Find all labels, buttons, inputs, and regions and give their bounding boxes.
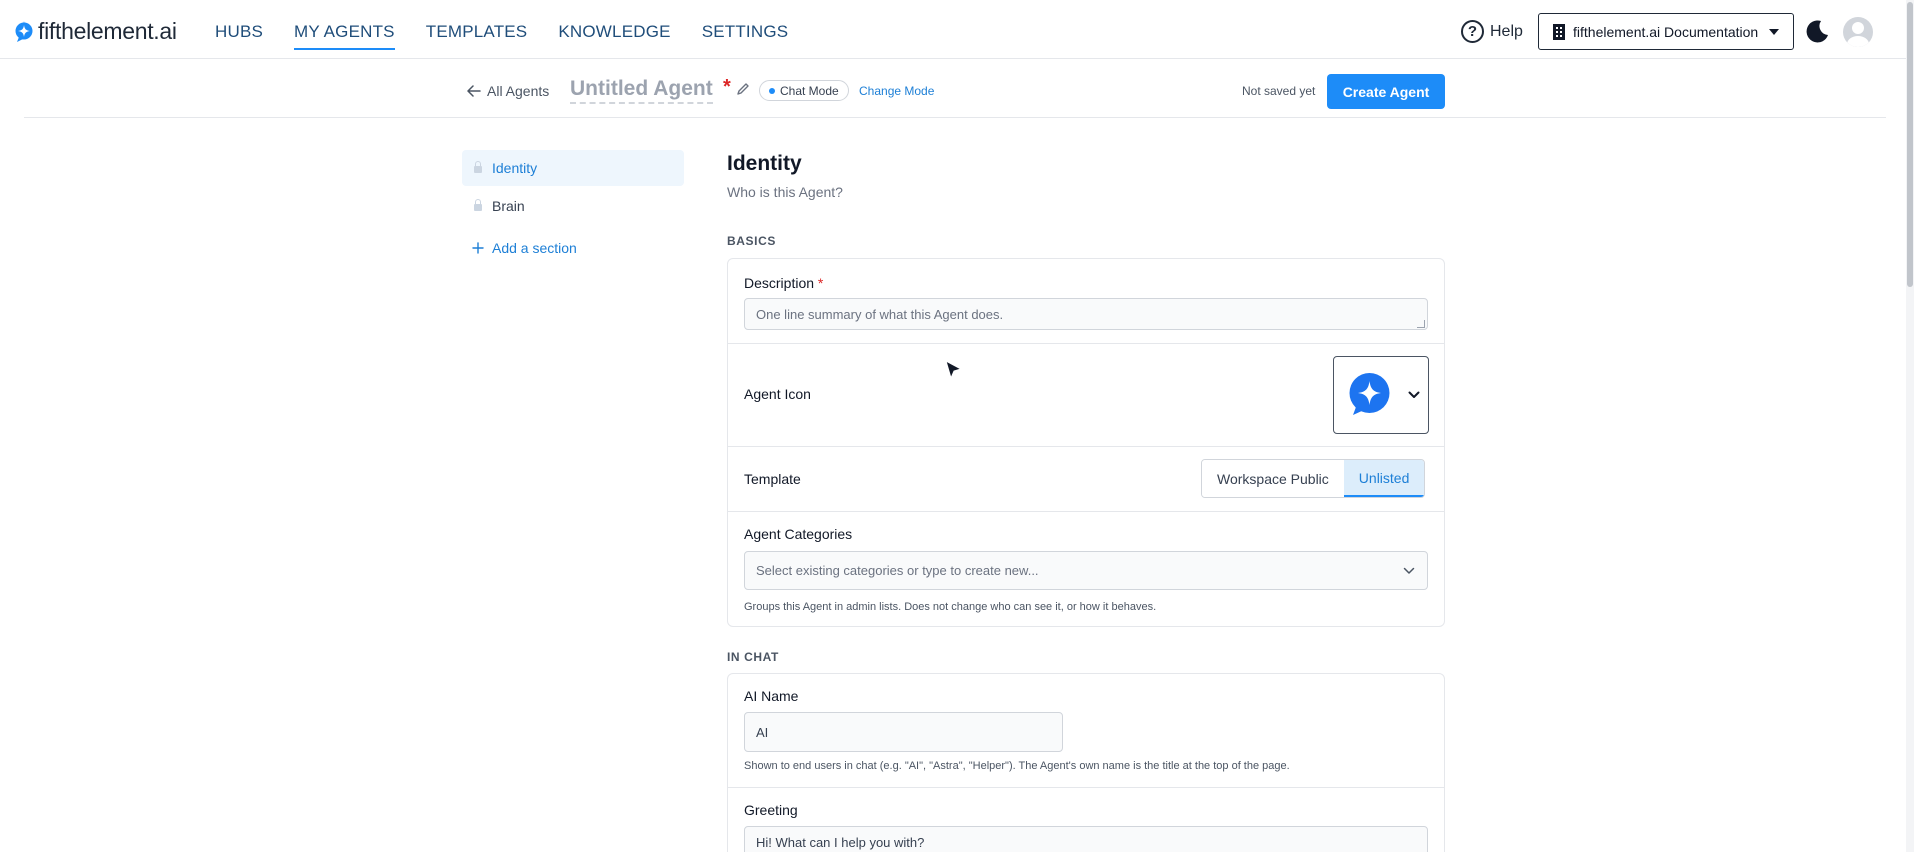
- categories-row: Agent Categories Select existing categor…: [728, 512, 1444, 626]
- brand-logo[interactable]: fifthelement.ai: [14, 18, 177, 45]
- question-circle-icon: ?: [1461, 20, 1484, 43]
- agent-icon-row: Agent Icon: [728, 344, 1444, 447]
- section-label-in-chat: IN CHAT: [727, 650, 779, 664]
- ai-name-label: AI Name: [744, 688, 799, 704]
- chevron-down-icon: [1408, 391, 1420, 398]
- nav-my-agents[interactable]: MY AGENTS: [294, 22, 395, 50]
- categories-label: Agent Categories: [744, 526, 853, 542]
- save-status: Not saved yet: [1242, 84, 1316, 98]
- nav-templates[interactable]: TEMPLATES: [426, 22, 528, 50]
- create-agent-button[interactable]: Create Agent: [1327, 74, 1445, 109]
- lock-icon: [474, 161, 482, 173]
- nav-hubs[interactable]: HUBS: [215, 22, 263, 50]
- title-required-marker: *: [723, 76, 731, 98]
- ai-name-hint: Shown to end users in chat (e.g. "AI", "…: [744, 760, 1290, 772]
- sidebar-item-label: Identity: [492, 160, 538, 176]
- pencil-icon[interactable]: [736, 82, 750, 96]
- template-option-unlisted[interactable]: Unlisted: [1343, 460, 1425, 497]
- plus-icon: [472, 242, 484, 254]
- template-row: Template Workspace Public Unlisted: [728, 447, 1444, 512]
- section-label-basics: BASICS: [727, 234, 776, 248]
- top-navigation: fifthelement.ai HUBS MY AGENTS TEMPLATES…: [0, 0, 1914, 59]
- categories-hint: Groups this Agent in admin lists. Does n…: [744, 601, 1157, 613]
- workspace-selector[interactable]: fifthelement.ai Documentation: [1538, 13, 1794, 50]
- arrow-left-icon: [467, 85, 481, 97]
- building-icon: [1553, 23, 1565, 40]
- agent-icon-picker[interactable]: [1333, 356, 1429, 434]
- help-label: Help: [1490, 22, 1523, 40]
- brand-name: fifthelement.ai: [38, 18, 177, 44]
- caret-down-icon: [1769, 28, 1779, 35]
- description-row: Description *: [728, 259, 1444, 344]
- user-avatar[interactable]: [1843, 17, 1873, 47]
- categories-placeholder: Select existing categories or type to cr…: [756, 563, 1039, 578]
- nav-settings[interactable]: SETTINGS: [702, 22, 789, 50]
- add-section-button[interactable]: Add a section: [472, 240, 577, 256]
- chevron-down-icon: [1403, 567, 1415, 574]
- agent-icon-label: Agent Icon: [744, 386, 811, 402]
- help-button[interactable]: ? Help: [1461, 20, 1523, 43]
- ai-name-row: AI Name Shown to end users in chat (e.g.…: [728, 674, 1444, 788]
- sparkle-chat-icon: [1349, 373, 1390, 415]
- greeting-label: Greeting: [744, 802, 798, 818]
- template-label: Template: [744, 471, 801, 487]
- workspace-label: fifthelement.ai Documentation: [1573, 23, 1759, 40]
- change-mode-link[interactable]: Change Mode: [859, 84, 934, 98]
- main-nav: HUBS MY AGENTS TEMPLATES KNOWLEDGE SETTI…: [215, 22, 819, 50]
- in-chat-card: AI Name Shown to end users in chat (e.g.…: [727, 673, 1445, 852]
- basics-card: Description * Agent Icon Template Worksp…: [727, 258, 1445, 627]
- nav-knowledge[interactable]: KNOWLEDGE: [558, 22, 670, 50]
- agent-title[interactable]: Untitled Agent: [570, 77, 713, 104]
- mouse-cursor-icon: [945, 360, 963, 380]
- sidebar-item-label: Brain: [492, 198, 525, 214]
- agent-header-bar: All Agents Untitled Agent * Chat Mode Ch…: [24, 59, 1886, 118]
- brand-mark-icon: [15, 20, 33, 42]
- sidebar-item-identity[interactable]: Identity: [462, 150, 684, 186]
- mode-label: Chat Mode: [780, 83, 839, 98]
- ai-name-input[interactable]: [744, 712, 1063, 752]
- moon-icon[interactable]: [1804, 18, 1830, 44]
- lock-icon: [474, 199, 482, 211]
- description-label: Description *: [744, 275, 824, 291]
- mode-status-dot: [769, 87, 775, 94]
- template-option-workspace-public[interactable]: Workspace Public: [1202, 460, 1344, 497]
- resize-handle-icon[interactable]: [1417, 320, 1425, 328]
- template-toggle: Workspace Public Unlisted: [1201, 459, 1426, 498]
- page-scrollbar-thumb[interactable]: [1907, 2, 1913, 287]
- mode-badge: Chat Mode: [759, 80, 849, 101]
- page-subtitle: Who is this Agent?: [727, 184, 843, 200]
- greeting-input[interactable]: [744, 826, 1428, 852]
- categories-select[interactable]: Select existing categories or type to cr…: [744, 551, 1428, 590]
- greeting-row: Greeting: [728, 788, 1444, 852]
- sidebar-item-brain[interactable]: Brain: [462, 188, 684, 224]
- back-label: All Agents: [487, 83, 550, 99]
- add-section-label: Add a section: [492, 240, 577, 256]
- description-input[interactable]: [744, 298, 1428, 330]
- page-title: Identity: [727, 152, 802, 175]
- back-to-all-agents[interactable]: All Agents: [467, 83, 549, 99]
